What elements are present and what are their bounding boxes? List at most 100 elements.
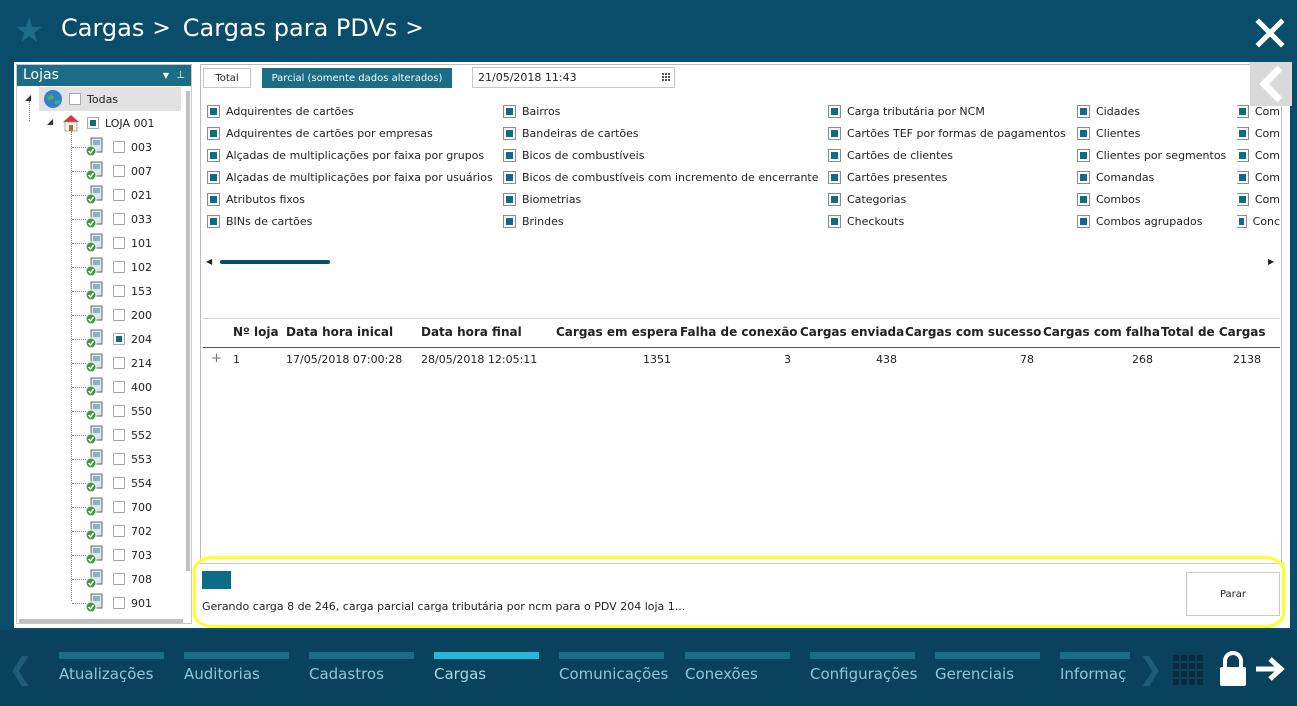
checked-box-icon[interactable] <box>1077 170 1090 184</box>
checked-box-icon[interactable] <box>207 148 220 162</box>
checkbox[interactable] <box>87 117 99 129</box>
checked-box-icon[interactable] <box>207 170 220 184</box>
collapse-icon[interactable]: ◢ <box>47 117 53 126</box>
category-checkbox[interactable]: Brindes <box>503 210 564 232</box>
date-time-field[interactable]: 21/05/2018 11:43 <box>472 67 675 88</box>
category-checkbox[interactable]: Bandeiras de cartões <box>503 122 639 144</box>
tree-node-pdv[interactable]: 550 <box>85 399 152 423</box>
checkbox[interactable] <box>113 453 125 465</box>
category-checkbox[interactable]: Com <box>1237 100 1280 122</box>
column-header-enviada[interactable]: Cargas enviada <box>800 325 904 339</box>
checkbox[interactable] <box>113 141 125 153</box>
tree-node-pdv[interactable]: 400 <box>85 375 152 399</box>
category-checkbox[interactable]: Combos <box>1077 188 1141 210</box>
checked-box-icon[interactable] <box>1237 214 1247 228</box>
checked-box-icon[interactable] <box>207 192 220 206</box>
checked-box-icon[interactable] <box>828 192 841 206</box>
tree-node-pdv[interactable]: 901 <box>85 591 152 615</box>
scroll-right-icon[interactable]: ▶ <box>1268 257 1274 266</box>
exit-arrow-icon[interactable] <box>1254 656 1286 682</box>
close-icon[interactable] <box>1255 18 1285 48</box>
category-checkbox[interactable]: Adquirentes de cartões por empresas <box>207 122 433 144</box>
tree-horizontal-scrollbar[interactable] <box>19 619 183 623</box>
total-button[interactable]: Total <box>203 68 251 88</box>
checkbox[interactable] <box>113 573 125 585</box>
tree-vertical-scrollbar[interactable] <box>185 87 191 617</box>
breadcrumb-cargas-pdvs[interactable]: Cargas para PDVs <box>183 14 398 42</box>
category-checkbox[interactable]: Bairros <box>503 100 560 122</box>
category-checkbox[interactable]: Atributos fixos <box>207 188 305 210</box>
column-header-espera[interactable]: Cargas em espera <box>556 325 678 339</box>
checkbox[interactable] <box>113 429 125 441</box>
category-checkbox[interactable]: Alçadas de multiplicações por faixa por … <box>207 166 493 188</box>
checkbox[interactable] <box>113 477 125 489</box>
checked-box-icon[interactable] <box>1237 192 1249 206</box>
checked-box-icon[interactable] <box>828 170 841 184</box>
column-header-fim[interactable]: Data hora final <box>421 325 522 339</box>
column-header-inicio[interactable]: Data hora inical <box>286 325 393 339</box>
checked-box-icon[interactable] <box>503 148 516 162</box>
dropdown-icon[interactable]: ▼ <box>163 65 169 86</box>
nav-prev-icon[interactable]: ❮ <box>8 652 33 687</box>
category-checkbox[interactable]: Checkouts <box>828 210 904 232</box>
tree-node-pdv[interactable]: 700 <box>85 495 152 519</box>
column-header-total[interactable]: Total de Cargas <box>1161 325 1266 339</box>
checked-box-icon[interactable] <box>503 192 516 206</box>
checked-box-icon[interactable] <box>828 214 841 228</box>
category-checkbox[interactable]: Com <box>1237 122 1280 144</box>
column-header-sucesso[interactable]: Cargas com sucesso <box>905 325 1041 339</box>
tree-node-todas[interactable]: ◢ Todas <box>25 87 181 111</box>
nav-item[interactable]: Conexões <box>685 652 790 692</box>
checked-box-icon[interactable] <box>503 126 516 140</box>
tree-node-pdv[interactable]: 703 <box>85 543 152 567</box>
checked-box-icon[interactable] <box>1237 170 1249 184</box>
category-checkbox[interactable]: BINs de cartões <box>207 210 312 232</box>
nav-next-icon[interactable]: ❯ <box>1138 652 1163 687</box>
checked-box-icon[interactable] <box>503 104 516 118</box>
expand-row-icon[interactable]: + <box>211 351 222 366</box>
checked-box-icon[interactable] <box>503 170 516 184</box>
category-checkbox[interactable]: Cartões presentes <box>828 166 947 188</box>
checked-box-icon[interactable] <box>1077 192 1090 206</box>
checked-box-icon[interactable] <box>1077 148 1090 162</box>
category-checkbox[interactable]: Clientes <box>1077 122 1140 144</box>
category-checkbox[interactable]: Bicos de combustíveis com incremento de … <box>503 166 819 188</box>
tree-node-pdv[interactable]: 214 <box>85 351 152 375</box>
category-checkbox[interactable]: Combos agrupados <box>1077 210 1202 232</box>
category-checkbox[interactable]: Com <box>1237 166 1280 188</box>
category-checkbox[interactable]: Com <box>1237 188 1280 210</box>
checked-box-icon[interactable] <box>828 148 841 162</box>
tree-node-pdv[interactable]: 153 <box>85 279 152 303</box>
tree-node-pdv[interactable]: 552 <box>85 423 152 447</box>
checked-box-icon[interactable] <box>828 126 841 140</box>
checkbox[interactable] <box>113 549 125 561</box>
tree-node-pdv[interactable]: 553 <box>85 447 152 471</box>
tree-node-pdv[interactable]: 101 <box>85 231 152 255</box>
checkbox[interactable] <box>113 261 125 273</box>
nav-item[interactable]: Auditorias <box>184 652 289 692</box>
nav-item[interactable]: Configurações <box>810 652 917 692</box>
category-checkbox[interactable]: Biometrias <box>503 188 581 210</box>
checked-box-icon[interactable] <box>1077 214 1090 228</box>
checked-box-icon[interactable] <box>503 214 516 228</box>
tree-node-pdv[interactable]: 200 <box>85 303 152 327</box>
tree-node-pdv[interactable]: 204 <box>85 327 152 351</box>
collapse-icon[interactable]: ◢ <box>25 93 31 102</box>
category-checkbox[interactable]: Categorias <box>828 188 906 210</box>
scroll-left-icon[interactable]: ◀ <box>206 257 212 266</box>
tree-node-pdv[interactable]: 102 <box>85 255 152 279</box>
favorite-star-icon[interactable]: ★ <box>14 14 48 48</box>
pin-icon[interactable]: ⊥ <box>176 65 185 86</box>
nav-item[interactable]: Cargas <box>434 652 539 692</box>
checked-box-icon[interactable] <box>1237 148 1249 162</box>
apps-grid-icon[interactable] <box>1173 655 1205 687</box>
calendar-grid-icon[interactable] <box>662 73 670 81</box>
tree-node-pdv[interactable]: 003 <box>85 135 152 159</box>
column-header-falha-conexao[interactable]: Falha de conexão <box>680 325 798 339</box>
checkbox[interactable] <box>113 165 125 177</box>
checkbox[interactable] <box>113 333 125 345</box>
category-checkbox[interactable]: Alçadas de multiplicações por faixa por … <box>207 144 484 166</box>
category-checkbox[interactable]: Conc <box>1237 210 1280 232</box>
checked-box-icon[interactable] <box>207 104 220 118</box>
checkbox[interactable] <box>113 405 125 417</box>
